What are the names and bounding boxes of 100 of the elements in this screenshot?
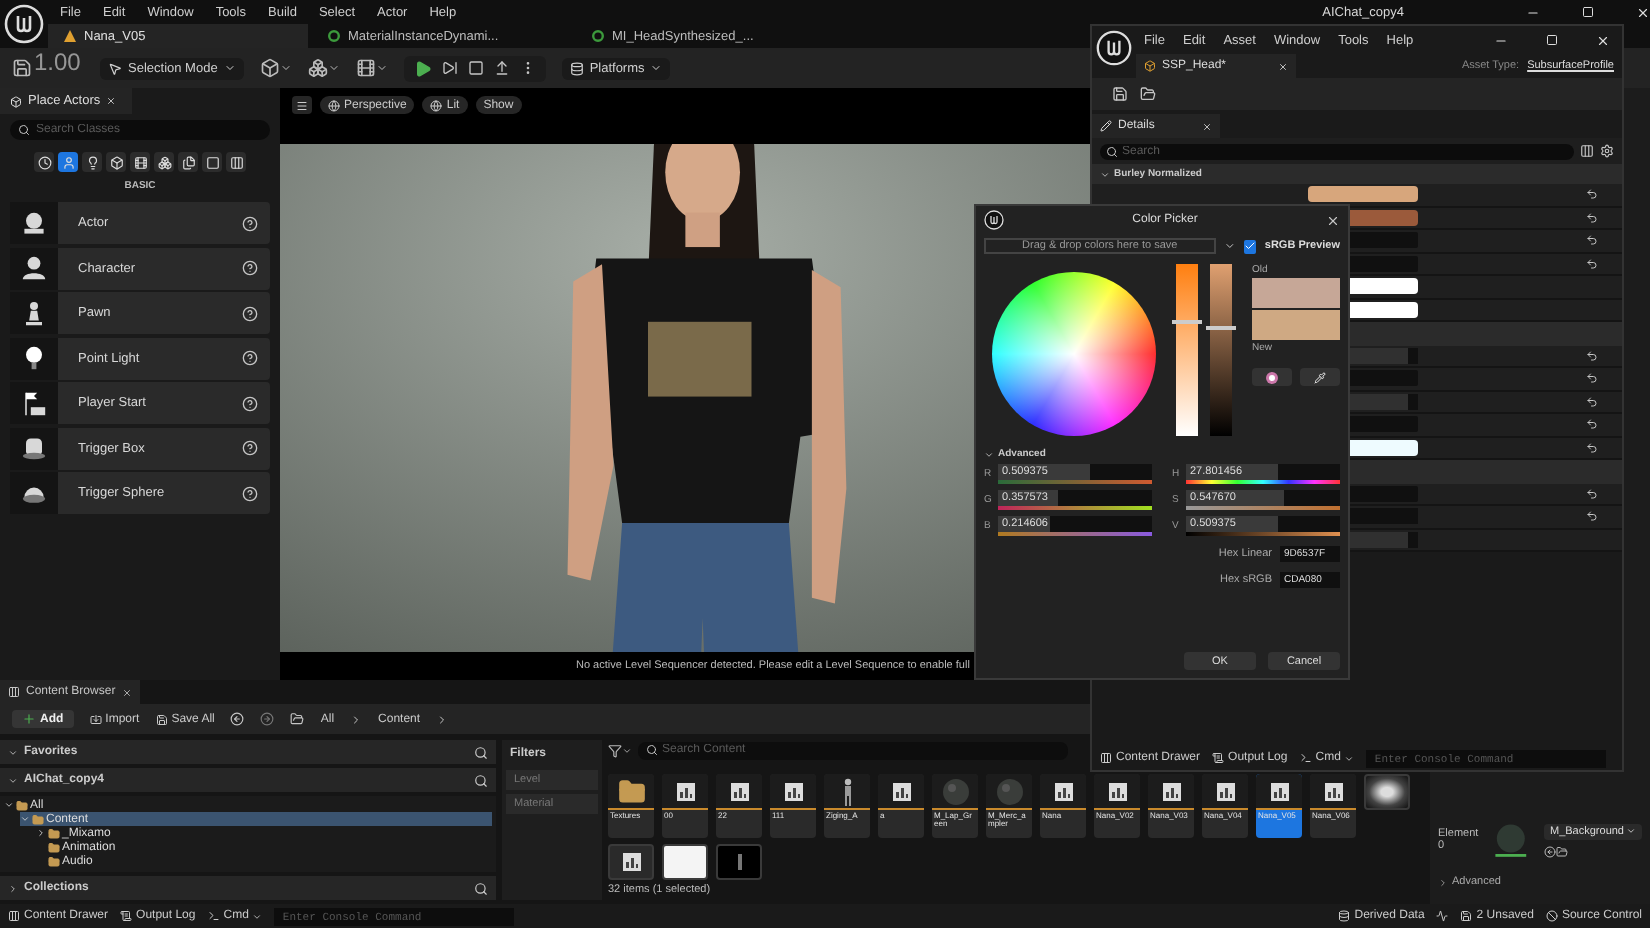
overlay-text: 1.00 [34, 50, 81, 74]
reset-icon[interactable] [1586, 395, 1598, 408]
search-icon [18, 124, 30, 136]
category-button[interactable] [154, 152, 174, 172]
reset-icon[interactable] [1586, 510, 1598, 523]
srgb-checkbox[interactable] [1243, 239, 1257, 253]
category-button[interactable] [58, 152, 78, 172]
chevron-icon [650, 62, 663, 74]
reset-icon[interactable] [1586, 257, 1598, 270]
blank-texture-thumbnail[interactable] [662, 844, 708, 880]
pointer-icon [108, 61, 122, 75]
folder-icon[interactable] [1140, 86, 1156, 102]
help-icon[interactable] [242, 215, 258, 231]
stop-icon[interactable] [467, 60, 484, 76]
folder-icon[interactable] [1556, 845, 1568, 857]
clapperboard-icon [355, 58, 376, 78]
category-button[interactable] [178, 152, 198, 172]
category-button[interactable] [106, 152, 126, 172]
chevron-icon [1100, 169, 1110, 179]
square-icon [205, 155, 219, 169]
reset-icon[interactable] [1586, 349, 1598, 362]
columns-icon[interactable] [1580, 144, 1594, 158]
cinematics-button[interactable] [355, 58, 388, 78]
chevron-icon [1344, 753, 1355, 763]
globe-icon [328, 99, 340, 111]
eyedropper-icon [1314, 371, 1326, 383]
texture-icon [1161, 781, 1181, 801]
color-wheel-button[interactable] [1252, 368, 1292, 386]
texture-thumbnail[interactable] [608, 844, 654, 880]
eject-icon[interactable] [493, 60, 510, 76]
category-button[interactable] [202, 152, 222, 172]
help-icon[interactable] [242, 305, 258, 321]
texture-icon [621, 852, 641, 872]
folder-icon[interactable] [290, 712, 305, 726]
ring-icon [592, 30, 604, 42]
maximize-button[interactable] [1582, 6, 1594, 18]
menu-button[interactable] [292, 96, 312, 114]
terminal-icon [1299, 752, 1312, 764]
texture-icon [729, 781, 749, 801]
globe-icon [430, 99, 443, 111]
chevron-icon [252, 911, 263, 921]
sphere-icon [941, 777, 969, 805]
save-icon[interactable] [1112, 86, 1128, 102]
chevron-icon [1438, 877, 1448, 887]
color-swatch[interactable] [1308, 186, 1418, 203]
chevron-icon [350, 713, 363, 725]
log-icon [120, 910, 133, 922]
color-slider[interactable] [1176, 264, 1198, 436]
close-button[interactable] [1636, 5, 1650, 19]
settings-icon[interactable] [1600, 144, 1614, 158]
maximize-button[interactable] [1546, 34, 1558, 46]
save-icon [12, 58, 32, 78]
reset-icon[interactable] [1586, 211, 1598, 224]
drawer-icon [8, 910, 20, 922]
save-button[interactable] [12, 58, 32, 78]
close-button[interactable] [1596, 33, 1610, 47]
chevron-icon [8, 747, 18, 757]
reset-icon[interactable] [1586, 372, 1598, 385]
stack-icon [181, 155, 195, 169]
category-button[interactable] [82, 152, 102, 172]
activity-icon[interactable] [1436, 910, 1449, 922]
rock-thumbnail[interactable] [1364, 774, 1410, 810]
blueprint-button[interactable] [307, 58, 340, 78]
help-icon[interactable] [242, 440, 258, 456]
filter-button[interactable] [608, 743, 632, 757]
help-icon[interactable] [242, 395, 258, 411]
chevron-icon [279, 62, 292, 74]
reset-icon[interactable] [1586, 441, 1598, 454]
forward-icon[interactable] [260, 712, 275, 726]
chevron-icon [8, 883, 18, 893]
category-button[interactable] [226, 152, 246, 172]
chevron-icon [984, 449, 994, 459]
search-icon [646, 744, 658, 756]
chevron-icon [436, 713, 449, 725]
add-actor-button[interactable] [259, 58, 292, 78]
category-button[interactable] [34, 152, 54, 172]
reset-icon[interactable] [1586, 234, 1598, 247]
texture-icon [1053, 781, 1073, 801]
drawer-icon [8, 686, 20, 698]
reset-icon[interactable] [1586, 487, 1598, 500]
help-icon[interactable] [242, 350, 258, 366]
help-icon[interactable] [242, 485, 258, 501]
play-icon[interactable] [413, 59, 432, 77]
sphere-icon [18, 207, 50, 239]
eyedropper-button[interactable] [1300, 368, 1340, 386]
search-icon [474, 881, 488, 895]
chevron-icon [223, 62, 236, 74]
help-icon[interactable] [242, 260, 258, 276]
color-slider[interactable] [1210, 264, 1232, 436]
mesh-thumbnail[interactable] [716, 844, 762, 880]
chevron-icon[interactable] [1223, 240, 1236, 252]
back-icon[interactable] [230, 712, 245, 726]
reset-icon[interactable] [1586, 188, 1598, 201]
database-icon [1338, 910, 1351, 922]
close-icon[interactable] [1326, 213, 1340, 227]
reset-icon[interactable] [1586, 418, 1598, 431]
maximize-icon [1582, 6, 1594, 18]
skip-forward-icon[interactable] [441, 60, 458, 76]
category-button[interactable] [130, 152, 150, 172]
cube-icon [10, 95, 22, 107]
